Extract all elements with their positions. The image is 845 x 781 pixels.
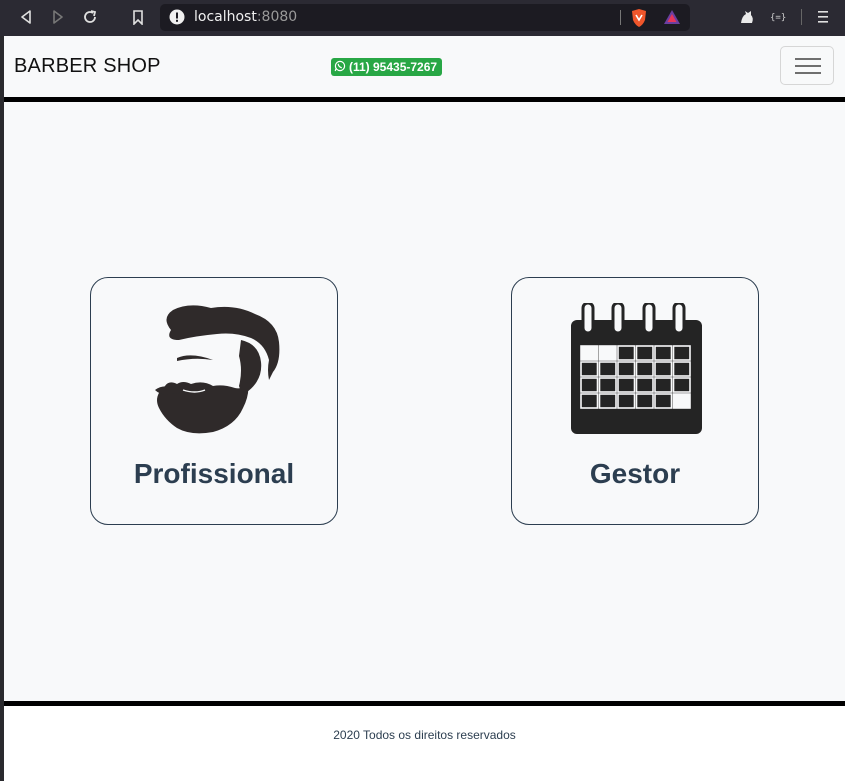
calendar-cell xyxy=(598,345,617,361)
bookmark-icon[interactable] xyxy=(127,6,149,28)
calendar-ring xyxy=(672,301,686,335)
site-footer: 2020 Todos os direitos reservados xyxy=(4,706,845,781)
calendar-cell xyxy=(598,361,617,377)
calendar-icon xyxy=(571,301,702,439)
brand-link[interactable]: BARBER SHOP xyxy=(14,55,161,78)
toolbar-divider xyxy=(801,9,802,25)
brave-shield-icon[interactable] xyxy=(630,8,648,28)
browser-toolbar: localhost:8080 {=} xyxy=(0,0,845,36)
url-host: localhost xyxy=(194,9,257,25)
calendar-cell xyxy=(654,393,673,409)
calendar-cell xyxy=(672,393,691,409)
calendar-cell xyxy=(617,393,636,409)
main-content: Profissional Gestor xyxy=(4,102,845,701)
calendar-cell xyxy=(672,345,691,361)
site-info-icon[interactable] xyxy=(169,9,185,25)
whatsapp-phone-number: (11) 95435-7267 xyxy=(349,60,438,74)
profissional-card[interactable]: Profissional xyxy=(90,277,338,525)
reload-icon[interactable] xyxy=(79,6,101,28)
extension-icon[interactable] xyxy=(738,8,756,26)
calendar-cell xyxy=(580,377,599,393)
calendar-ring xyxy=(611,301,625,335)
calendar-cell xyxy=(654,377,673,393)
whatsapp-badge[interactable]: (11) 95435-7267 xyxy=(331,58,443,76)
navbar-toggler-button[interactable] xyxy=(780,46,834,85)
calendar-cell xyxy=(635,345,654,361)
hamburger-line xyxy=(795,72,821,74)
calendar-cell xyxy=(617,377,636,393)
site-navbar: BARBER SHOP (11) 95435-7267 xyxy=(4,36,845,102)
json-extension-icon[interactable]: {=} xyxy=(770,10,788,24)
calendar-cell xyxy=(635,377,654,393)
back-icon[interactable] xyxy=(15,6,37,28)
menu-icon[interactable] xyxy=(817,10,829,24)
url-port: :8080 xyxy=(256,9,298,25)
calendar-cell xyxy=(580,345,599,361)
calendar-ring xyxy=(581,301,595,335)
calendar-cell xyxy=(654,361,673,377)
calendar-cell xyxy=(654,345,673,361)
address-bar-divider xyxy=(620,10,621,25)
calendar-cell xyxy=(672,361,691,377)
calendar-cell xyxy=(635,361,654,377)
url-text: localhost:8080 xyxy=(194,9,297,25)
hamburger-line xyxy=(795,58,821,60)
gestor-card[interactable]: Gestor xyxy=(511,277,759,525)
whatsapp-icon xyxy=(334,60,346,75)
brave-rewards-icon[interactable] xyxy=(663,9,681,25)
hamburger-line xyxy=(795,65,821,67)
gestor-label: Gestor xyxy=(589,458,681,489)
calendar-cell xyxy=(617,361,636,377)
bearded-man-icon xyxy=(143,300,285,441)
forward-icon[interactable] xyxy=(47,6,69,28)
web-page: BARBER SHOP (11) 95435-7267 Profissional… xyxy=(4,36,845,781)
calendar-cell xyxy=(598,393,617,409)
copyright-text: 2020 Todos os direitos reservados xyxy=(333,728,516,742)
calendar-cell xyxy=(617,345,636,361)
calendar-ring xyxy=(642,301,656,335)
calendar-cell xyxy=(598,377,617,393)
calendar-cell xyxy=(580,393,599,409)
calendar-cell xyxy=(672,377,691,393)
calendar-cell xyxy=(635,393,654,409)
svg-text:{=}: {=} xyxy=(770,13,786,23)
address-bar[interactable]: localhost:8080 xyxy=(160,4,690,31)
calendar-cell xyxy=(580,361,599,377)
profissional-label: Profissional xyxy=(133,458,295,489)
